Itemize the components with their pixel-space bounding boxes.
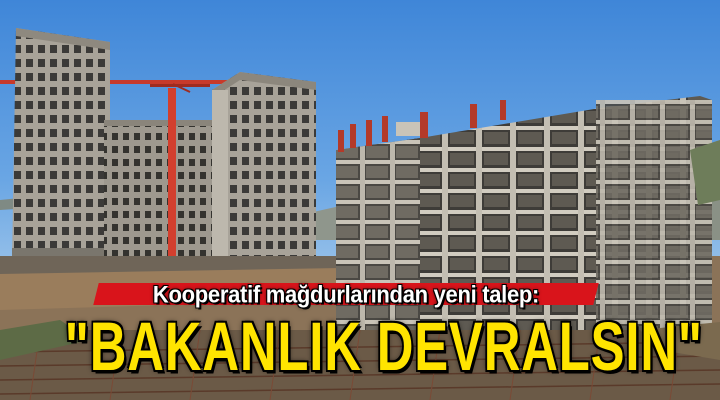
crane-mast	[168, 88, 176, 262]
tower-right	[212, 72, 316, 262]
tower-left	[12, 28, 110, 264]
tower-middle	[104, 120, 212, 260]
headline-text: "BAKANLIK DEVRALSIN"	[64, 309, 703, 386]
news-photo: Kooperatif mağdurlarından yeni talep: "B…	[0, 0, 720, 400]
